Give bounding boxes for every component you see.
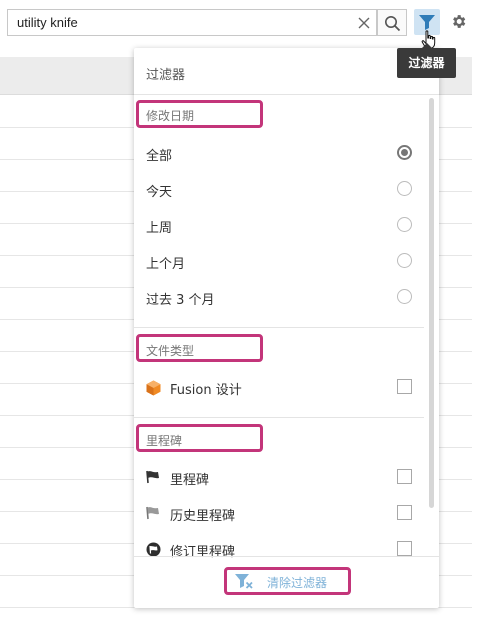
filter-tooltip: 过滤器 [397, 43, 456, 78]
option-fusion-design[interactable]: Fusion 设计 [134, 372, 424, 402]
checkbox-milestone[interactable] [397, 469, 412, 484]
option-milestone[interactable]: 里程碑 [134, 462, 424, 492]
divider [134, 94, 439, 95]
search-input-value[interactable]: utility knife [17, 15, 78, 30]
option-last-month[interactable]: 上个月 [134, 246, 424, 276]
search-input[interactable]: utility knife [7, 9, 377, 36]
option-label: 历史里程碑 [170, 509, 236, 524]
fusion-design-icon [146, 380, 161, 396]
revision-milestone-icon [146, 542, 161, 557]
milestone-flag-icon [146, 470, 159, 484]
option-label: 修订里程碑 [170, 545, 236, 560]
historical-milestone-flag-icon [146, 506, 159, 520]
option-label: 今天 [146, 185, 173, 200]
divider [134, 417, 424, 418]
radio-all[interactable] [397, 145, 412, 160]
highlight-box-modified-date [136, 100, 263, 128]
clear-search-icon[interactable] [356, 15, 372, 31]
settings-gear-icon[interactable] [450, 13, 467, 30]
option-label: 里程碑 [170, 473, 210, 488]
radio-last-month[interactable] [397, 253, 412, 268]
filter-icon [419, 15, 435, 30]
option-revision-milestone[interactable]: 修订里程碑 [134, 534, 424, 564]
filter-panel: 过滤器 修改日期 全部 今天 上周 上个月 过去 3 个月 文件类型 Fusio… [134, 48, 439, 608]
checkbox-revision-milestone[interactable] [397, 541, 412, 556]
divider [134, 556, 439, 557]
radio-last-3-months[interactable] [397, 289, 412, 304]
option-all[interactable]: 全部 [134, 138, 424, 168]
option-historical-milestone[interactable]: 历史里程碑 [134, 498, 424, 528]
option-label: 过去 3 个月 [146, 293, 215, 308]
highlight-box-file-type [136, 334, 263, 362]
checkbox-historical-milestone[interactable] [397, 505, 412, 520]
radio-today[interactable] [397, 181, 412, 196]
option-label: 全部 [146, 149, 173, 164]
panel-scrollbar[interactable] [429, 98, 434, 508]
divider [134, 327, 424, 328]
highlight-box-milestones [136, 424, 263, 452]
radio-last-week[interactable] [397, 217, 412, 232]
search-button[interactable] [377, 9, 407, 36]
option-label: 上周 [146, 221, 173, 236]
checkbox-fusion-design[interactable] [397, 379, 412, 394]
option-last-3-months[interactable]: 过去 3 个月 [134, 282, 424, 312]
option-label: 上个月 [146, 257, 186, 272]
search-icon [385, 16, 401, 32]
option-label: Fusion 设计 [170, 383, 242, 398]
option-last-week[interactable]: 上周 [134, 210, 424, 240]
filter-panel-title: 过滤器 [146, 68, 186, 83]
option-today[interactable]: 今天 [134, 174, 424, 204]
right-margin [472, 0, 492, 632]
highlight-box-clear-filters [224, 567, 351, 595]
